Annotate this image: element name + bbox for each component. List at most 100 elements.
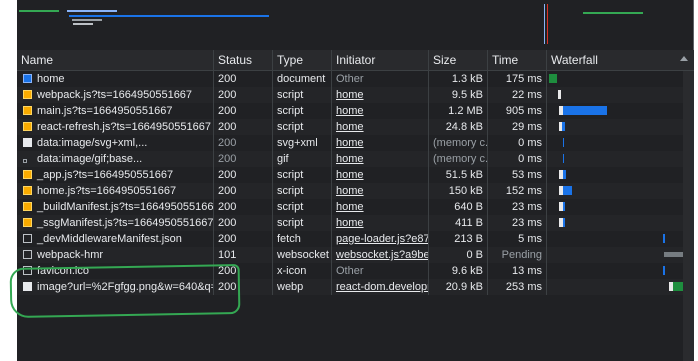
request-initiator[interactable]: page-loader.js?e87a:... — [332, 231, 429, 247]
column-header-initiator[interactable]: Initiator — [332, 50, 429, 70]
script-icon — [23, 90, 32, 99]
request-row[interactable]: data:image/svg+xml,... 200 svg+xml home (mem… — [17, 135, 694, 151]
request-row[interactable]: webpack.js?ts=1664950551667 200 script home… — [17, 87, 694, 103]
document-icon — [23, 74, 32, 83]
request-time: 13 ms — [488, 263, 547, 279]
request-size: 24.8 kB — [429, 119, 488, 135]
request-name-cell[interactable]: react-refresh.js?ts=1664950551667 — [17, 119, 214, 135]
request-list: home 200 document Other 1.3 kB 175 ms webpack.… — [17, 71, 694, 295]
request-status: 200 — [214, 199, 273, 215]
overview-bar — [67, 10, 117, 12]
column-header-type[interactable]: Type — [273, 50, 332, 70]
waterfall-bar — [563, 202, 565, 211]
request-row[interactable]: data:image/gif;base... 200 gif home (memory … — [17, 151, 694, 167]
network-overview-timeline[interactable] — [17, 0, 694, 51]
request-row[interactable]: home.js?ts=1664950551667 200 script home 150… — [17, 183, 694, 199]
request-initiator[interactable]: home — [332, 199, 429, 215]
request-row[interactable]: react-refresh.js?ts=1664950551667 200 scri… — [17, 119, 694, 135]
request-name-cell[interactable]: webpack-hmr — [17, 247, 214, 263]
request-name-cell[interactable]: _ssgManifest.js?ts=1664950551667 — [17, 215, 214, 231]
column-header-status[interactable]: Status — [214, 50, 273, 70]
request-status: 200 — [214, 183, 273, 199]
request-initiator[interactable]: home — [332, 135, 429, 151]
column-header-time[interactable]: Time — [488, 50, 547, 70]
column-header-size[interactable]: Size — [429, 50, 488, 70]
gif-icon — [23, 159, 27, 163]
overview-marker — [693, 0, 694, 50]
request-waterfall — [547, 215, 694, 231]
request-type: script — [273, 87, 332, 103]
request-initiator[interactable]: react-dom.developm... — [332, 279, 429, 295]
request-row[interactable]: _buildManifest.js?ts=1664950551667 200 scr… — [17, 199, 694, 215]
request-name-cell[interactable]: home.js?ts=1664950551667 — [17, 183, 214, 199]
request-row[interactable]: webpack-hmr 101 websocket websocket.js?a9be… — [17, 247, 694, 263]
request-waterfall — [547, 71, 694, 87]
right-page-edge — [694, 0, 698, 361]
request-row[interactable]: _app.js?ts=1664950551667 200 script home 51.… — [17, 167, 694, 183]
overview-bar — [72, 19, 102, 21]
request-time: 5 ms — [488, 231, 547, 247]
request-status: 200 — [214, 87, 273, 103]
column-header-name[interactable]: Name — [17, 50, 214, 70]
waterfall-bar — [563, 138, 564, 147]
request-name: _buildManifest.js?ts=1664950551667 — [37, 201, 214, 213]
request-name-cell[interactable]: main.js?ts=1664950551667 — [17, 103, 214, 119]
request-type: script — [273, 103, 332, 119]
request-name-cell[interactable]: home — [17, 71, 214, 87]
request-waterfall — [547, 103, 694, 119]
vertical-scrollbar[interactable] — [683, 71, 694, 361]
request-size: 1.2 MB — [429, 103, 488, 119]
request-type: gif — [273, 151, 332, 167]
request-time: 23 ms — [488, 215, 547, 231]
fetch-icon — [23, 234, 32, 243]
request-name-cell[interactable]: _app.js?ts=1664950551667 — [17, 167, 214, 183]
request-initiator[interactable]: home — [332, 215, 429, 231]
column-header-waterfall[interactable]: Waterfall — [547, 50, 694, 70]
request-name-cell[interactable]: _buildManifest.js?ts=1664950551667 — [17, 199, 214, 215]
request-initiator[interactable]: home — [332, 119, 429, 135]
request-name-cell[interactable]: data:image/gif;base... — [17, 151, 214, 167]
request-row[interactable]: _ssgManifest.js?ts=1664950551667 200 scrip… — [17, 215, 694, 231]
request-name: _ssgManifest.js?ts=1664950551667 — [37, 217, 214, 229]
request-initiator[interactable]: home — [332, 103, 429, 119]
overview-bar — [73, 23, 93, 25]
request-name-cell[interactable]: _devMiddlewareManifest.json — [17, 231, 214, 247]
request-status: 200 — [214, 167, 273, 183]
request-name: home.js?ts=1664950551667 — [37, 185, 177, 197]
waterfall-bar — [549, 74, 557, 83]
request-size: 411 B — [429, 215, 488, 231]
waterfall-bar — [558, 90, 561, 99]
request-name: home — [37, 73, 65, 85]
request-row[interactable]: home 200 document Other 1.3 kB 175 ms — [17, 71, 694, 87]
waterfall-bar — [673, 282, 683, 291]
request-time: 152 ms — [488, 183, 547, 199]
request-initiator[interactable]: home — [332, 183, 429, 199]
request-initiator[interactable]: home — [332, 151, 429, 167]
request-waterfall — [547, 199, 694, 215]
request-size: 9.6 kB — [429, 263, 488, 279]
request-row[interactable]: _devMiddlewareManifest.json 200 fetch page-… — [17, 231, 694, 247]
request-row[interactable]: main.js?ts=1664950551667 200 script home 1.2… — [17, 103, 694, 119]
request-type: websocket — [273, 247, 332, 263]
script-icon — [23, 218, 32, 227]
request-size: 150 kB — [429, 183, 488, 199]
script-icon — [23, 202, 32, 211]
request-waterfall — [547, 247, 694, 263]
request-size: 213 B — [429, 231, 488, 247]
request-time: 0 ms — [488, 151, 547, 167]
websocket-icon — [23, 250, 32, 259]
request-type: script — [273, 215, 332, 231]
request-name: webpack-hmr — [37, 249, 104, 261]
request-name-cell[interactable]: webpack.js?ts=1664950551667 — [17, 87, 214, 103]
request-waterfall — [547, 119, 694, 135]
request-time: 23 ms — [488, 199, 547, 215]
request-status: 200 — [214, 151, 273, 167]
request-initiator[interactable]: home — [332, 87, 429, 103]
request-type: x-icon — [273, 263, 332, 279]
request-name-cell[interactable]: data:image/svg+xml,... — [17, 135, 214, 151]
request-initiator[interactable]: home — [332, 167, 429, 183]
request-waterfall — [547, 167, 694, 183]
request-waterfall — [547, 135, 694, 151]
request-initiator[interactable]: websocket.js?a9be:60 — [332, 247, 429, 263]
waterfall-bar — [563, 170, 566, 179]
